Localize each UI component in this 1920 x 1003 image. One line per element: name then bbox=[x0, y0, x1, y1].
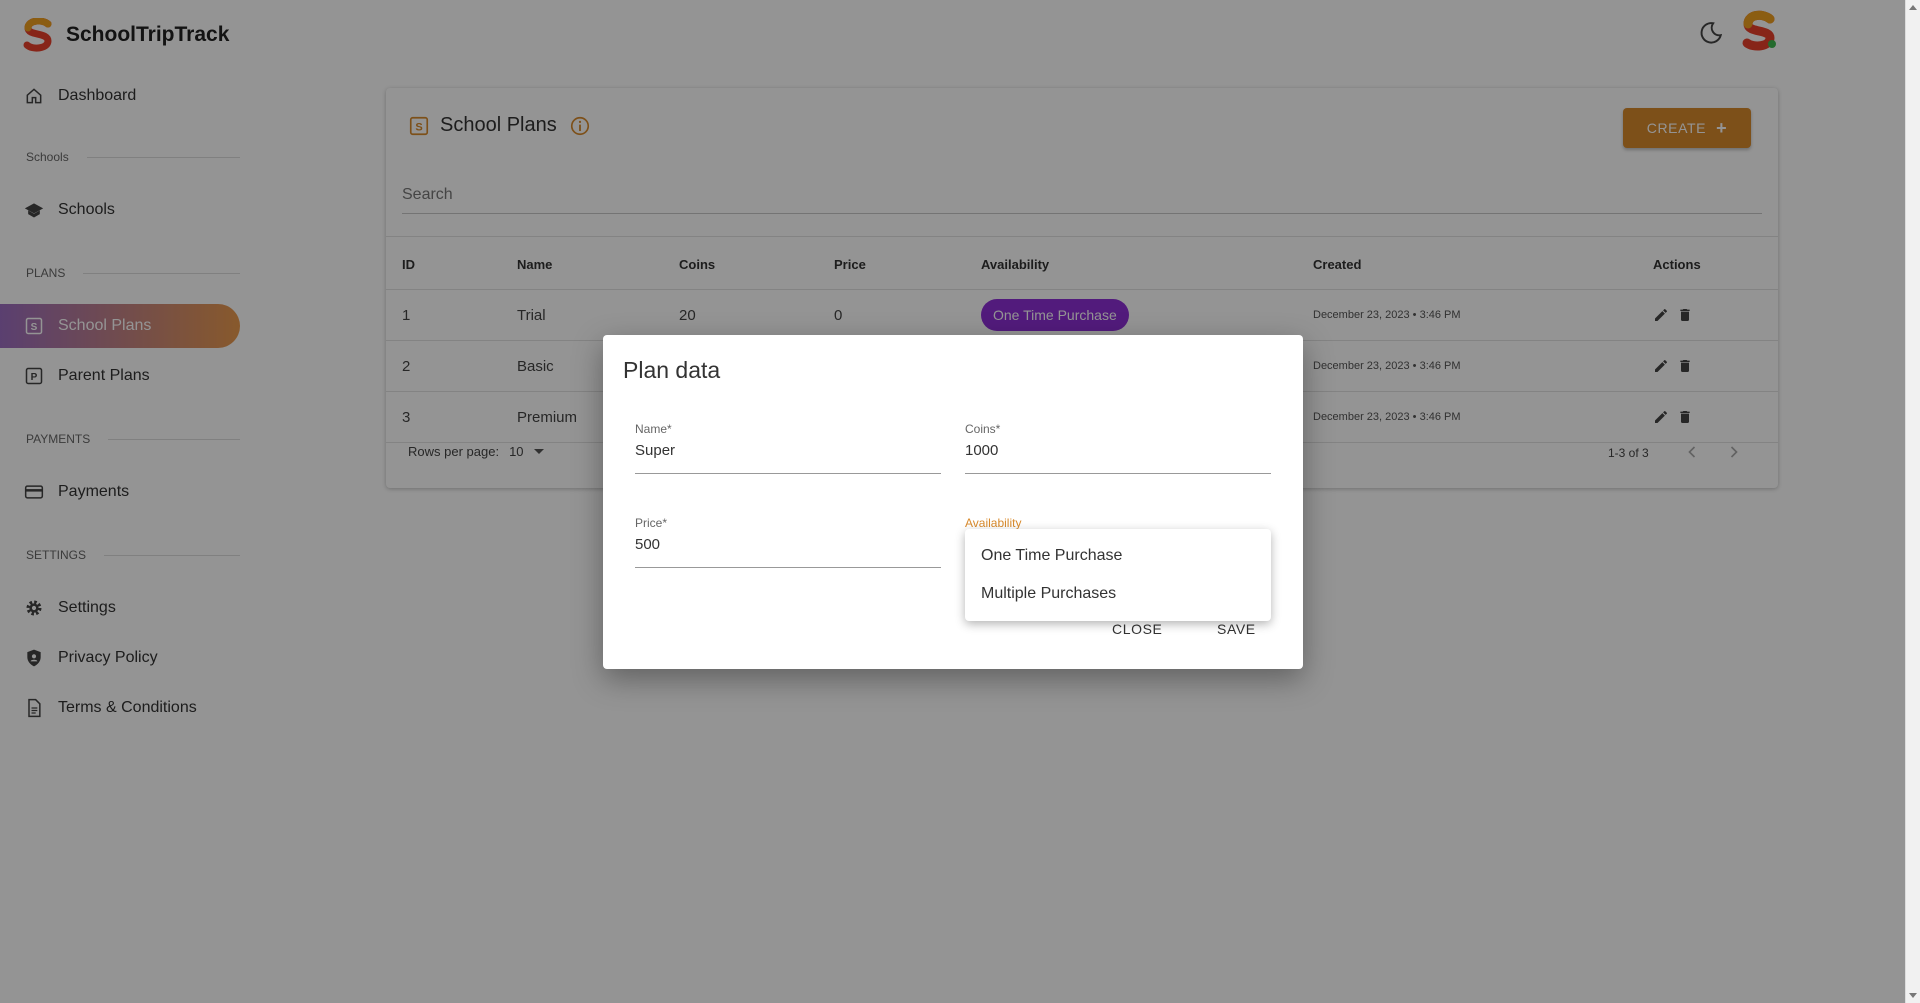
price-field-value[interactable]: 500 bbox=[635, 536, 660, 553]
name-field-label: Name* bbox=[635, 422, 672, 436]
coins-field[interactable]: Coins* 1000 bbox=[965, 422, 1271, 474]
scrollbar[interactable] bbox=[1905, 0, 1920, 1003]
save-button[interactable]: SAVE bbox=[1217, 621, 1256, 637]
scroll-down-icon[interactable] bbox=[1909, 993, 1917, 998]
availability-field-label: Availability bbox=[965, 516, 1022, 530]
scroll-up-icon[interactable] bbox=[1909, 5, 1917, 10]
availability-menu: One Time Purchase Multiple Purchases bbox=[965, 529, 1271, 621]
menu-option-multiple-purchases[interactable]: Multiple Purchases bbox=[965, 575, 1271, 613]
price-field[interactable]: Price* 500 bbox=[635, 516, 941, 568]
menu-option-one-time-purchase[interactable]: One Time Purchase bbox=[965, 537, 1271, 575]
name-field-value[interactable]: Super bbox=[635, 442, 675, 459]
name-field[interactable]: Name* Super bbox=[635, 422, 941, 474]
coins-field-value[interactable]: 1000 bbox=[965, 442, 998, 459]
dialog-title: Plan data bbox=[623, 357, 721, 383]
coins-field-label: Coins* bbox=[965, 422, 1001, 436]
price-field-label: Price* bbox=[635, 516, 668, 530]
close-button[interactable]: CLOSE bbox=[1112, 621, 1162, 637]
